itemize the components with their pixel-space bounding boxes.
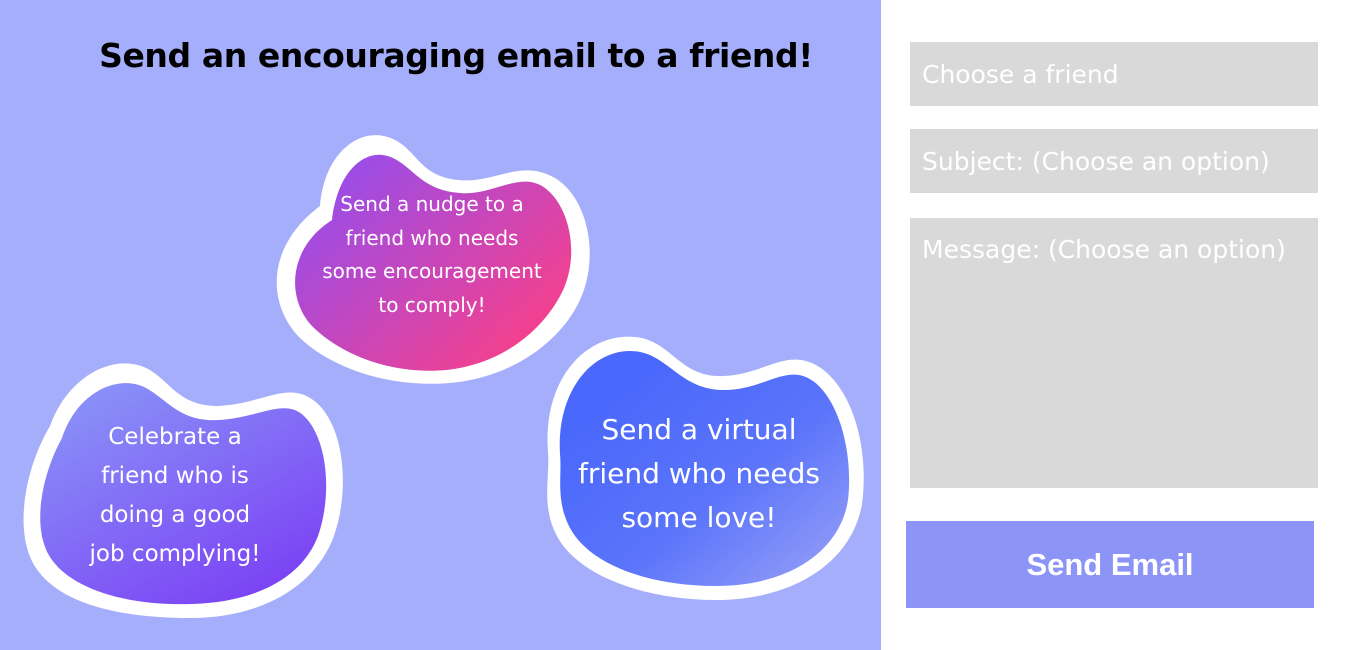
- love-line-2: friend who needs: [577, 457, 821, 490]
- nudge-line-4: to comply!: [378, 292, 486, 317]
- nudge-line-1: Send a nudge to a: [340, 192, 524, 216]
- celebrate-option-text: Celebrate a friend who is doing a good j…: [70, 416, 280, 576]
- options-panel: Send an encouraging email to a friend! S…: [0, 0, 881, 650]
- celebrate-line-4: job complying!: [89, 541, 261, 567]
- celebrate-line-2: friend who is: [101, 463, 249, 489]
- love-option[interactable]: Send a virtual friend who needs some lov…: [532, 334, 866, 602]
- send-email-button[interactable]: Send Email: [906, 521, 1314, 608]
- subject-field[interactable]: [910, 129, 1318, 193]
- message-field[interactable]: [910, 218, 1318, 488]
- nudge-line-3: some encouragement: [322, 259, 542, 283]
- friend-field[interactable]: [910, 42, 1318, 106]
- celebrate-line-1: Celebrate a: [108, 424, 242, 450]
- page-title: Send an encouraging email to a friend!: [99, 36, 813, 75]
- celebrate-option[interactable]: Celebrate a friend who is doing a good j…: [20, 356, 344, 618]
- love-option-text: Send a virtual friend who needs some lov…: [554, 404, 844, 544]
- love-line-1: Send a virtual: [601, 413, 797, 446]
- nudge-option-text: Send a nudge to a friend who needs some …: [302, 180, 562, 330]
- love-line-3: some love!: [621, 501, 777, 534]
- nudge-line-2: friend who needs: [345, 225, 519, 250]
- celebrate-line-3: doing a good: [99, 502, 251, 528]
